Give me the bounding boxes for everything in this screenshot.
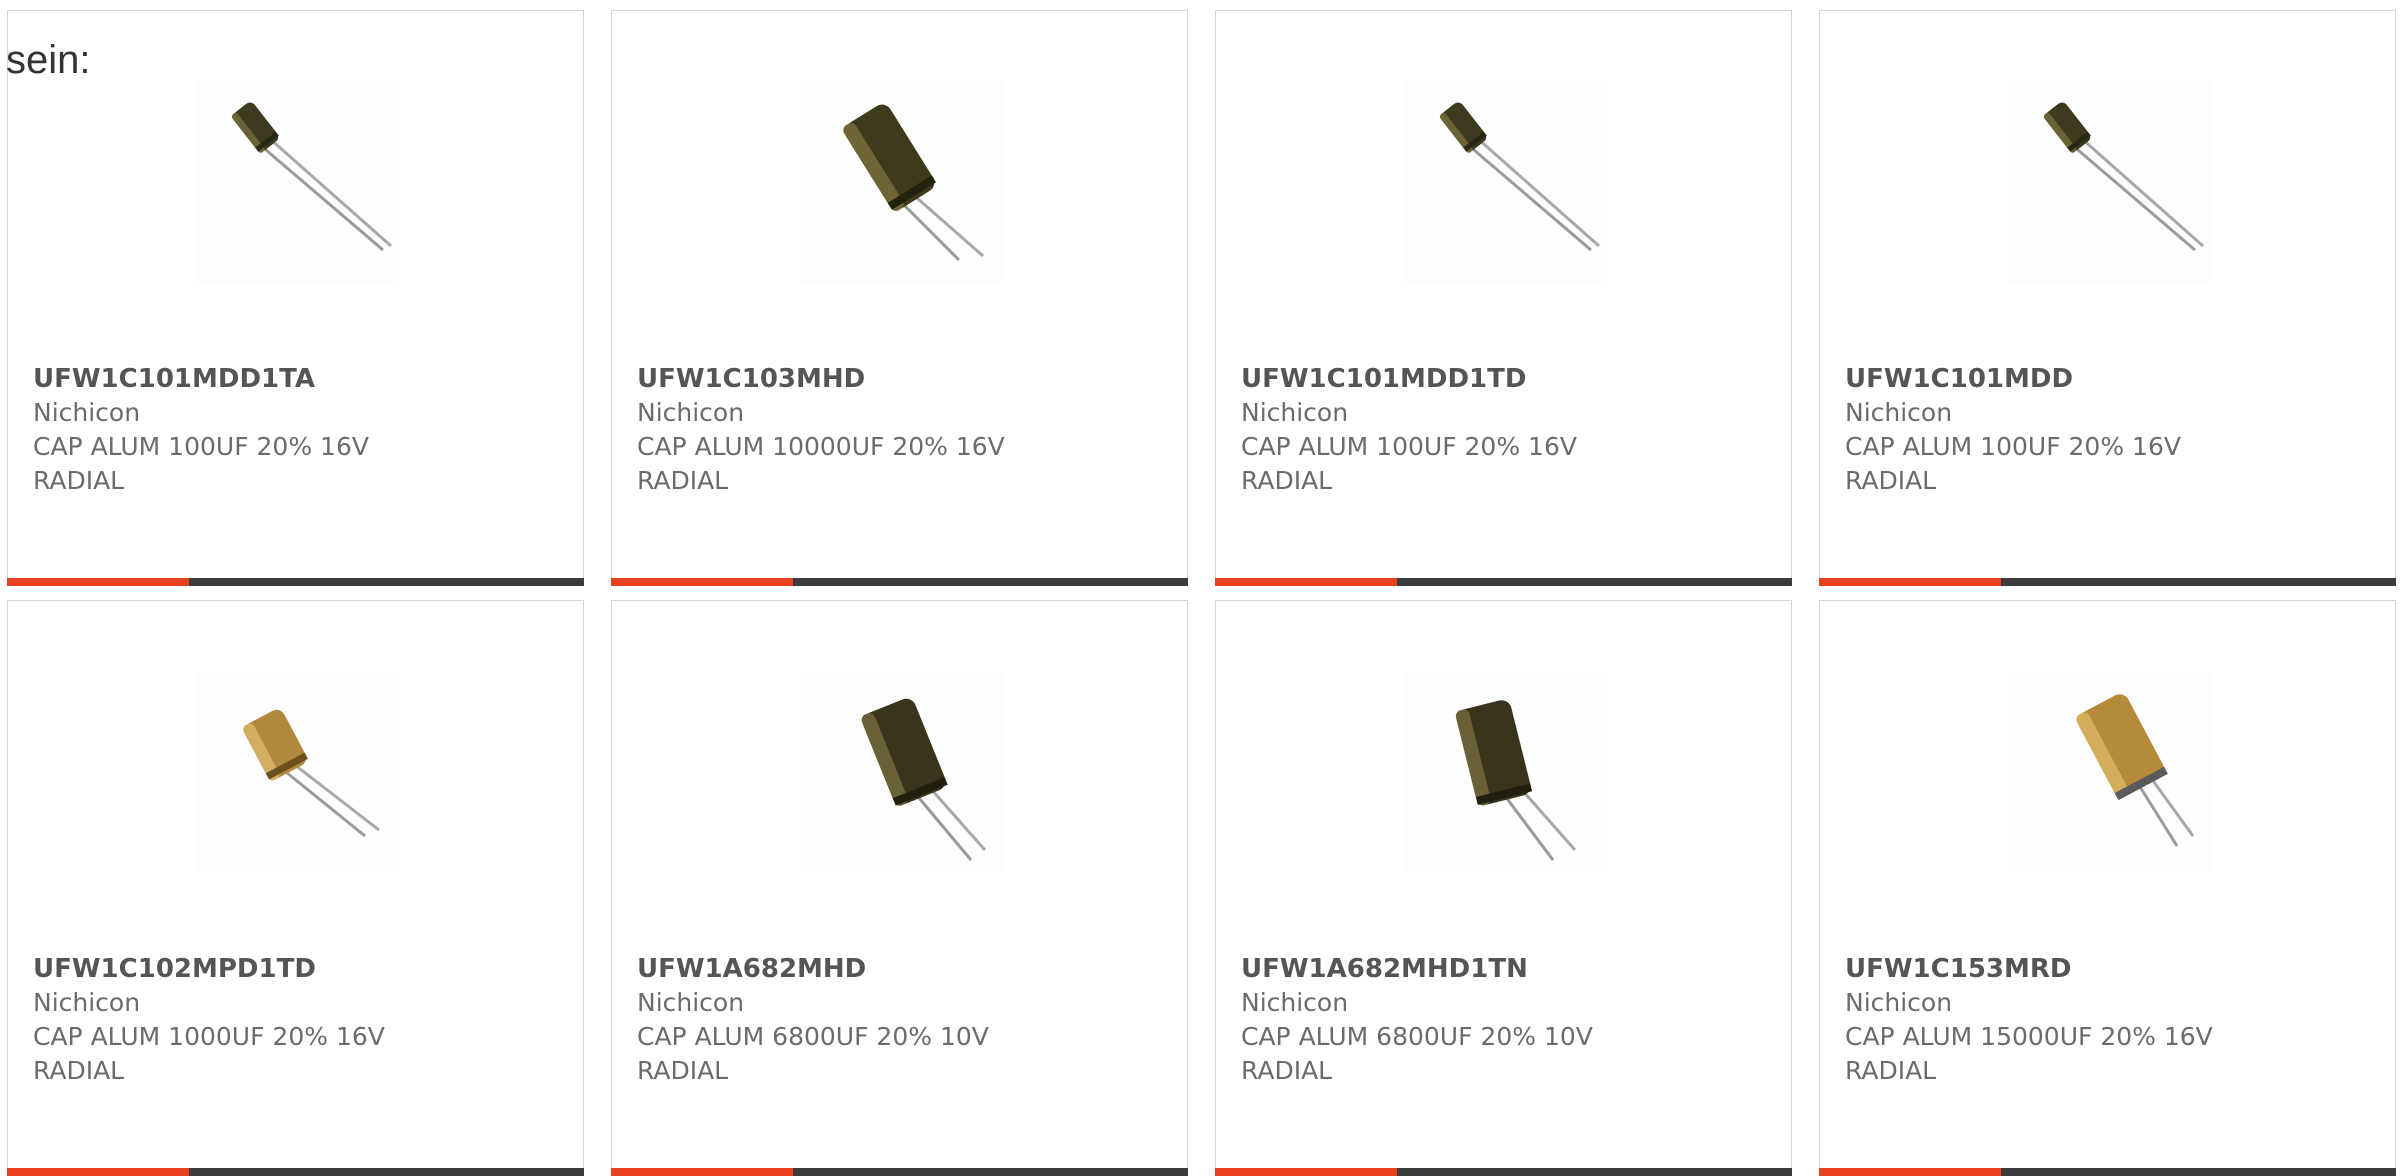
part-number[interactable]: UFW1C101MDD [1845,362,2375,396]
manufacturer: Nichicon [637,988,745,1017]
part-number[interactable]: UFW1C101MDD1TD [1241,362,1771,396]
card-accent-bar [611,578,1188,586]
capacitor-large-dark-icon [1455,700,1577,861]
capacitor-medium-gold-icon [243,709,380,838]
capacitor-small-dark-icon [1439,102,1600,252]
product-card[interactable]: UFW1A682MHD Nichicon CAP ALUM 6800UF 20%… [611,600,1188,1176]
product-image[interactable] [2007,670,2211,874]
product-image[interactable] [799,670,1003,874]
card-accent-highlight [7,1168,189,1176]
product-description: CAP ALUM 15000UF 20% 16V RADIAL [1845,1022,2213,1085]
product-image[interactable] [799,80,1003,284]
product-image[interactable] [195,670,399,874]
card-accent-bar [1215,578,1792,586]
part-number[interactable]: UFW1C101MDD1TA [33,362,563,396]
card-accent-highlight [1819,1168,2001,1176]
product-description: CAP ALUM 100UF 20% 16V RADIAL [1845,432,2181,495]
part-number[interactable]: UFW1C103MHD [637,362,1167,396]
card-accent-highlight [1215,1168,1397,1176]
product-card[interactable]: UFW1C153MRD Nichicon CAP ALUM 15000UF 20… [1819,600,2396,1176]
product-description: CAP ALUM 100UF 20% 16V RADIAL [33,432,369,495]
product-image[interactable] [195,80,399,284]
product-card[interactable]: UFW1C101MDD Nichicon CAP ALUM 100UF 20% … [1819,10,2396,586]
manufacturer: Nichicon [637,398,745,427]
card-accent-highlight [1819,578,2001,586]
capacitor-large-dark-icon [843,104,984,262]
capacitor-large-dark-icon [861,698,987,861]
manufacturer: Nichicon [33,398,141,427]
part-number[interactable]: UFW1C153MRD [1845,952,2375,986]
manufacturer: Nichicon [1845,988,1953,1017]
card-accent-highlight [611,1168,793,1176]
card-accent-bar [7,1168,584,1176]
product-image[interactable] [2007,80,2211,284]
card-accent-highlight [611,578,793,586]
manufacturer: Nichicon [1845,398,1953,427]
card-accent-bar [1215,1168,1792,1176]
card-accent-highlight [1215,578,1397,586]
part-number[interactable]: UFW1A682MHD1TN [1241,952,1771,986]
manufacturer: Nichicon [1241,988,1349,1017]
product-card[interactable]: UFW1C101MDD1TA Nichicon CAP ALUM 100UF 2… [7,10,584,586]
product-card[interactable]: UFW1C101MDD1TD Nichicon CAP ALUM 100UF 2… [1215,10,1792,586]
capacitor-small-dark-icon [231,102,392,252]
part-number[interactable]: UFW1C102MPD1TD [33,952,563,986]
product-image[interactable] [1403,80,1607,284]
card-accent-highlight [7,578,189,586]
manufacturer: Nichicon [1241,398,1349,427]
card-accent-bar [1819,578,2396,586]
part-number[interactable]: UFW1A682MHD [637,952,1167,986]
product-card[interactable]: UFW1C103MHD Nichicon CAP ALUM 10000UF 20… [611,10,1188,586]
capacitor-small-dark-icon [2043,102,2204,252]
card-accent-bar [611,1168,1188,1176]
intro-text: sein: [6,38,91,82]
manufacturer: Nichicon [33,988,141,1017]
product-description: CAP ALUM 1000UF 20% 16V RADIAL [33,1022,385,1085]
product-card[interactable]: UFW1A682MHD1TN Nichicon CAP ALUM 6800UF … [1215,600,1792,1176]
product-card[interactable]: UFW1C102MPD1TD Nichicon CAP ALUM 1000UF … [7,600,584,1176]
product-grid: UFW1C101MDD1TA Nichicon CAP ALUM 100UF 2… [0,0,2400,1176]
card-accent-bar [1819,1168,2396,1176]
product-description: CAP ALUM 10000UF 20% 16V RADIAL [637,432,1005,495]
product-description: CAP ALUM 6800UF 20% 10V RADIAL [637,1022,989,1085]
card-accent-bar [7,578,584,586]
capacitor-large-gold-icon [2076,694,2195,847]
product-description: CAP ALUM 100UF 20% 16V RADIAL [1241,432,1577,495]
product-description: CAP ALUM 6800UF 20% 10V RADIAL [1241,1022,1593,1085]
product-image[interactable] [1403,670,1607,874]
